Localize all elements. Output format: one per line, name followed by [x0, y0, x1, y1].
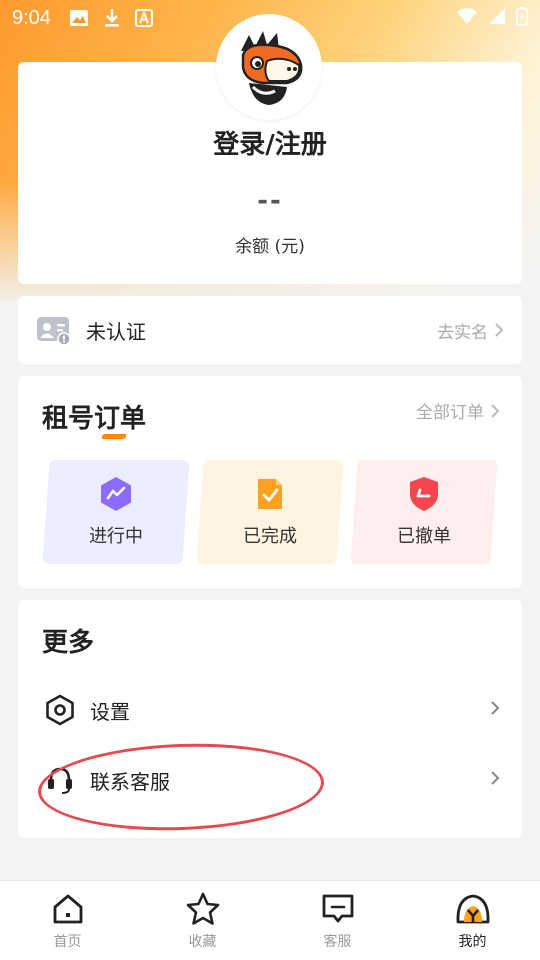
- chevron-right-icon: [495, 323, 504, 337]
- tab-customer-service[interactable]: 客服: [270, 881, 405, 960]
- chevron-right-icon: [490, 700, 500, 720]
- verification-status: 未认证: [86, 319, 146, 344]
- order-tile-cancelled[interactable]: 已撤单: [350, 460, 498, 564]
- verification-row[interactable]: 未认证 去实名: [18, 296, 522, 364]
- menu-item-label: 设置: [90, 699, 130, 724]
- battery-charging-icon: [516, 6, 528, 31]
- menu-item-label: 联系客服: [90, 769, 170, 794]
- tab-label: 我的: [458, 933, 487, 950]
- balance-label: 余额 (元): [235, 237, 305, 257]
- more-title: 更多: [42, 628, 95, 658]
- chevron-right-icon: [491, 403, 500, 418]
- tab-home[interactable]: 首页: [0, 881, 135, 960]
- image-icon: [69, 9, 89, 27]
- login-register-link[interactable]: 登录/注册: [0, 124, 540, 161]
- dragon-mascot-icon: [225, 23, 313, 111]
- all-orders-link[interactable]: 全部订单: [416, 398, 500, 423]
- home-icon: [48, 891, 88, 927]
- status-time: 9:04: [12, 6, 51, 29]
- balance-value: --: [257, 186, 283, 216]
- menu-item-settings[interactable]: 设置: [18, 680, 522, 740]
- tab-label: 首页: [53, 933, 82, 950]
- tab-mine[interactable]: 我的: [405, 881, 540, 960]
- avatar[interactable]: [216, 14, 322, 120]
- orders-title: 租号订单: [42, 404, 147, 434]
- download-icon: [103, 8, 121, 28]
- chevron-right-icon: [490, 770, 500, 790]
- profile-helmet-icon: [453, 891, 493, 927]
- completed-icon: [258, 479, 282, 509]
- signal-icon: [488, 6, 506, 30]
- rental-orders-card: 租号订单 全部订单 进行中 已完成 已撤单: [18, 376, 522, 588]
- tab-label: 收藏: [188, 933, 217, 950]
- in-progress-icon: [101, 477, 131, 511]
- cancelled-icon: [410, 477, 438, 511]
- wifi-icon: [456, 6, 478, 30]
- headset-icon: [44, 764, 76, 796]
- settings-hex-icon: [44, 694, 76, 726]
- bottom-tab-bar: 首页 收藏 客服 我的: [0, 880, 540, 960]
- chat-icon: [318, 891, 358, 927]
- order-tile-label: 进行中: [89, 526, 143, 547]
- order-tile-in-progress[interactable]: 进行中: [42, 460, 190, 564]
- tab-favorites[interactable]: 收藏: [135, 881, 270, 960]
- tab-label: 客服: [323, 933, 352, 950]
- order-tile-label: 已撤单: [397, 526, 451, 547]
- text-badge-icon: [134, 9, 153, 27]
- go-verify-label: 去实名: [437, 322, 488, 343]
- title-accent-bar: [101, 434, 127, 439]
- menu-item-contact-service[interactable]: 联系客服: [18, 750, 522, 810]
- order-tile-label: 已完成: [243, 526, 297, 547]
- star-icon: [183, 891, 223, 927]
- all-orders-label: 全部订单: [416, 403, 484, 423]
- id-card-warning-icon: [36, 314, 72, 346]
- go-verify-link[interactable]: 去实名: [437, 318, 504, 343]
- order-tile-completed[interactable]: 已完成: [196, 460, 344, 564]
